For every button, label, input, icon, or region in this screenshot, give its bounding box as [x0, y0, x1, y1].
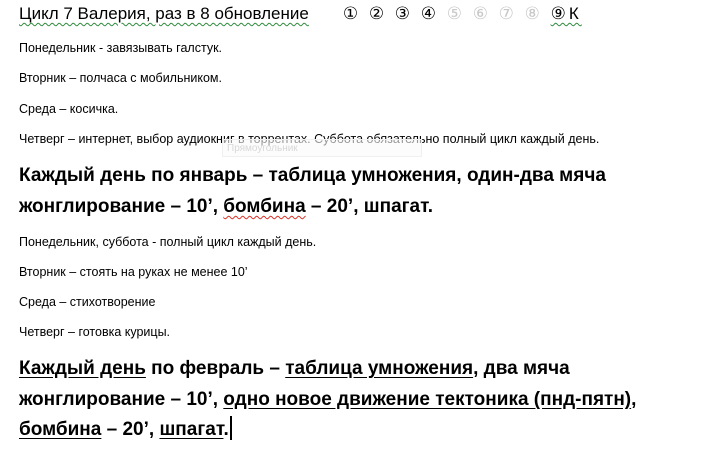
week1-tuesday: Вторник – полчаса с мобильником. [19, 71, 222, 85]
text-cursor[interactable] [229, 416, 232, 440]
february-line-2-c: , [631, 389, 637, 410]
document-page: Цикл 7 Валерия, раз в 8 обновление ① ② ③ … [0, 0, 703, 450]
february-line-1-d: , два мяча [473, 358, 570, 379]
february-bombina: бомбина [19, 419, 102, 440]
february-line-3-d: . [223, 419, 229, 440]
done-marks: ① ② ③ ④ [342, 4, 439, 23]
january-line-2-c: – 20’, шпагат. [305, 196, 434, 217]
week2-thursday: Четверг – готовка курицы. [19, 325, 171, 339]
february-new-move: одно новое движение тектоника (пнд-пятн) [223, 389, 632, 410]
week2-wednesday: Среда – стихотворение [19, 295, 156, 309]
pending-marks: ⑤ ⑥ ⑦ ⑧ [446, 4, 543, 23]
february-line-2-a: жонглирование – 10’, [19, 389, 224, 410]
week2-tuesday: Вторник – стоять на руках не менее 10’ [19, 265, 248, 279]
title-text: Цикл 7 Валерия, раз в 8 обновление [19, 4, 309, 23]
week2-monday: Понедельник, суббота - полный цикл кажды… [19, 235, 317, 249]
february-line-1: Каждый день по февраль – таблица умножен… [19, 354, 570, 384]
january-line-1: Каждый день по январь – таблица умножени… [19, 165, 606, 186]
february-line-1-b: по февраль – [145, 358, 286, 379]
progress-marks: ① ② ③ ④ ⑤ ⑥ ⑦ ⑧ ⑨К [343, 4, 582, 24]
final-mark: ⑨К [550, 4, 582, 23]
february-multiplication: таблица умножения [285, 358, 474, 379]
february-line-3: бомбина – 20’, шпагат. [19, 415, 232, 445]
week1-monday: Понедельник - завязывать галстук. [19, 41, 223, 55]
january-line-2-a: жонглирование – 10’, [19, 196, 224, 217]
document-title: Цикл 7 Валерия, раз в 8 обновление ① ② ③ … [19, 4, 582, 24]
week1-wednesday: Среда – косичка. [19, 102, 119, 116]
ghost-tooltip: Прямоугольник [222, 139, 422, 157]
february-every-day: Каждый день [19, 358, 146, 379]
february-line-2: жонглирование – 10’, одно новое движение… [19, 385, 636, 415]
february-line-3-b: – 20’, [101, 419, 160, 440]
spellcheck-word-bombina: бомбина [223, 196, 306, 217]
february-split: шпагат [159, 419, 224, 440]
january-line-2: жонглирование – 10’, бомбина – 20’, шпаг… [19, 192, 433, 222]
